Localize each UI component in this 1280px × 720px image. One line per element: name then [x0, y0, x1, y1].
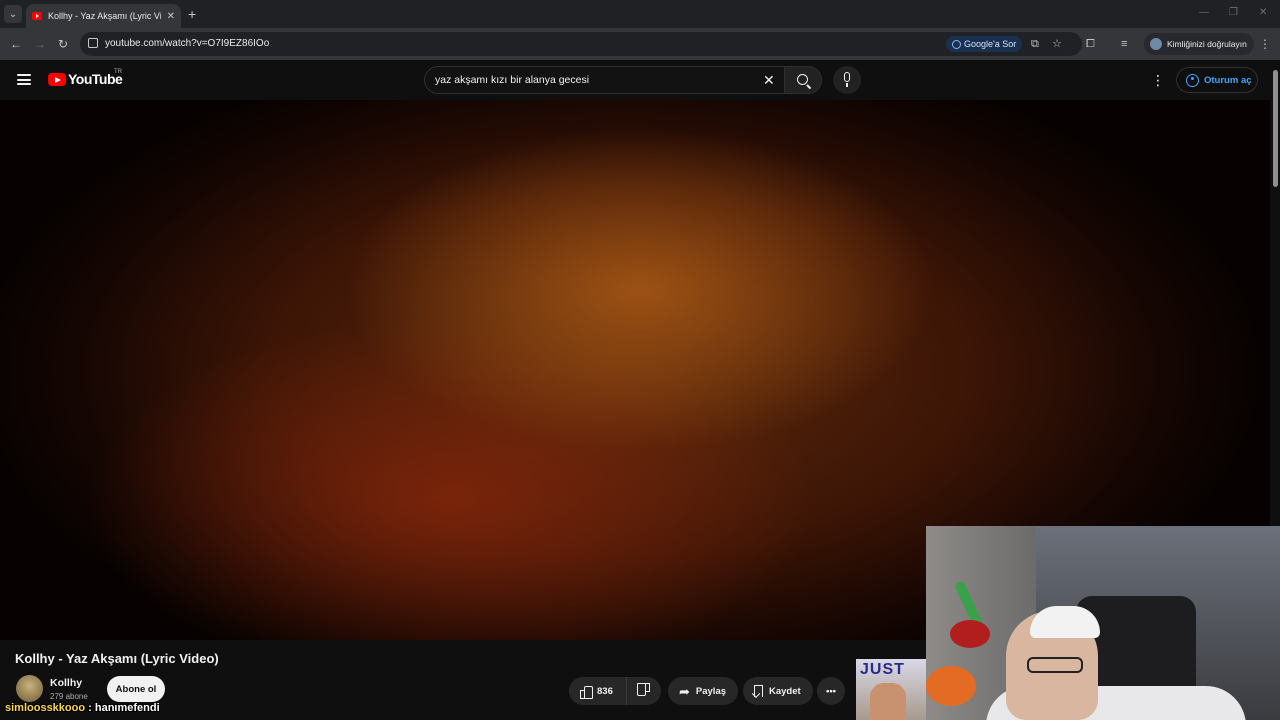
search-icon [797, 74, 808, 85]
video-title: Kollhy - Yaz Akşamı (Lyric Video) [15, 651, 219, 666]
scrollbar-thumb[interactable] [1273, 70, 1278, 187]
new-tab-plus-icon[interactable]: + [188, 6, 196, 22]
profile-button[interactable]: Kimliğinizi doğrulayın [1144, 33, 1254, 55]
google-sor-button[interactable]: Google'a Sor [946, 36, 1023, 52]
voice-search-button[interactable] [833, 66, 861, 94]
search-box[interactable] [424, 66, 785, 94]
like-dislike-group: 836 [569, 677, 661, 705]
bookmark-icon [754, 685, 763, 697]
browser-tab-active[interactable]: Kollhy - Yaz Akşamı (Lyric Video) ✕ [26, 4, 181, 28]
youtube-masthead: YouTube TR ✕ ⋮ Oturum aç [0, 60, 1270, 100]
share-label: Paylaş [695, 685, 727, 697]
stream-chat-message: simloosskkooo : hanımefendi [5, 702, 160, 714]
sign-in-label: Oturum aç [1204, 74, 1252, 86]
url-text[interactable]: youtube.com/watch?v=O7I9EZ86IOo [105, 38, 269, 49]
guide-menu-icon[interactable] [17, 74, 31, 85]
browser-tab-strip: ⌄ Kollhy - Yaz Akşamı (Lyric Video) ✕ + … [0, 0, 1280, 28]
country-code: TR [114, 69, 122, 75]
like-button[interactable]: 836 [569, 677, 627, 705]
subscribe-button[interactable]: Abone ol [107, 676, 165, 702]
search-input[interactable] [435, 72, 755, 88]
sign-in-button[interactable]: Oturum aç [1176, 67, 1258, 93]
thumbs-up-icon [580, 685, 593, 699]
dislike-button[interactable] [627, 677, 661, 705]
chat-message-text: hanımefendi [94, 702, 160, 714]
extensions-puzzle-icon[interactable]: ⧠ [1086, 36, 1095, 52]
forward-arrow-icon[interactable]: → [34, 36, 46, 52]
stream-thumbnail-overlay: JUST [856, 659, 926, 720]
channel-avatar[interactable] [16, 675, 43, 702]
share-button[interactable]: ➦ Paylaş [668, 677, 738, 705]
settings-more-icon[interactable]: ⋮ [1151, 72, 1165, 88]
channel-name[interactable]: Kollhy [50, 677, 82, 689]
media-queue-icon[interactable]: ≡ [1121, 36, 1127, 52]
save-label: Kaydet [769, 685, 801, 697]
more-actions-button[interactable]: ••• [817, 677, 845, 705]
youtube-favicon-icon [32, 12, 42, 20]
thumbnail-text: JUST [860, 661, 905, 678]
tab-close-icon[interactable]: ✕ [167, 11, 175, 22]
tab-title: Kollhy - Yaz Akşamı (Lyric Video) [48, 11, 161, 21]
thumbs-down-icon [638, 685, 650, 697]
profile-avatar [1150, 38, 1162, 50]
search-clear-icon[interactable]: ✕ [763, 72, 775, 88]
streamer-webcam [926, 526, 1280, 720]
account-circle-icon [1186, 73, 1199, 87]
bookmark-star-icon[interactable]: ☆ [1052, 36, 1062, 52]
save-button[interactable]: Kaydet [743, 677, 813, 705]
microphone-icon [844, 72, 850, 87]
browser-toolbar: ← → ↻ youtube.com/watch?v=O7I9EZ86IOo Go… [0, 28, 1280, 60]
profile-label: Kimliğinizi doğrulayın [1167, 39, 1247, 49]
more-horizontal-icon: ••• [826, 685, 836, 697]
youtube-logo-icon[interactable] [48, 73, 66, 86]
share-arrow-icon: ➦ [679, 683, 690, 699]
like-count: 836 [597, 685, 613, 697]
site-info-icon[interactable] [88, 38, 98, 48]
chat-username: simloosskkooo [5, 702, 86, 714]
install-app-icon[interactable]: ⧉ [1031, 36, 1039, 52]
search-button[interactable] [784, 66, 822, 94]
chat-separator: : [88, 702, 92, 714]
address-bar[interactable]: youtube.com/watch?v=O7I9EZ86IOo Google'a… [80, 32, 1082, 56]
window-close-icon[interactable]: ✕ [1259, 7, 1267, 18]
thumbnail-face [870, 683, 906, 720]
window-restore-icon[interactable]: ❐ [1229, 7, 1238, 18]
window-minimize-icon[interactable]: — [1199, 7, 1209, 18]
browser-menu-icon[interactable]: ⋮ [1259, 36, 1271, 52]
reload-icon[interactable]: ↻ [58, 36, 68, 52]
back-arrow-icon[interactable]: ← [10, 36, 22, 52]
tab-search-chevron-icon[interactable]: ⌄ [4, 5, 22, 23]
subscriber-count: 279 abone [50, 692, 88, 701]
